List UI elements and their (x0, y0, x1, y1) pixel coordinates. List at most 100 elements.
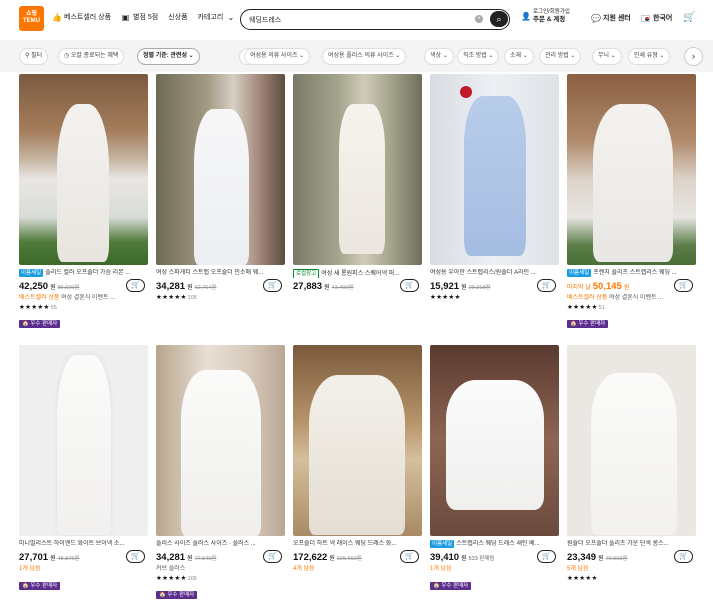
title-text: 솔리드 컬러 오프숄더 가슴 리본 ... (45, 270, 131, 276)
filter-chip-color[interactable]: 색상 ⌄ (424, 48, 454, 65)
add-to-cart-button[interactable]: 🛒 (400, 550, 419, 563)
top-seller-badge: 🏠 우수 판매자 (19, 582, 61, 590)
original-price: 77,549원 (194, 556, 217, 562)
chip-label: 여성용 플러스 의류 사이즈 (328, 53, 394, 59)
add-to-cart-button[interactable]: 🛒 (263, 279, 282, 292)
star-rating-icons: ★★★★★ (567, 575, 598, 582)
price: 27,701 (19, 552, 49, 563)
category-tag: 여성 결혼식 이벤트 ... (608, 295, 664, 301)
product-image[interactable] (567, 345, 696, 536)
language-selector[interactable]: 한국어 (641, 13, 672, 23)
support-center-link[interactable]: 💬 지원 센터 (591, 13, 631, 23)
add-to-cart-button[interactable]: 🛒 (674, 550, 693, 563)
filter-chip-sort[interactable]: 정렬 기준: 관련성 ⌄ (137, 48, 200, 65)
search-bar: × ⌕ (240, 9, 510, 30)
filter-scroll-next-button[interactable]: › (684, 47, 703, 66)
add-to-cart-button[interactable]: 🛒 (674, 279, 693, 292)
filter-chip-pattern[interactable]: 무늬 ⌄ (592, 48, 622, 65)
price: 34,281 (156, 281, 186, 292)
title-text: 원숄더 오프숄더 플리츠 가운 단색 롱스... (567, 541, 669, 547)
currency: 원 (324, 285, 330, 291)
chip-label: 색상 (430, 53, 442, 59)
product-card[interactable]: 로컬창고 여성 새 롱원피스 스퀘어넥 퍼... 27,883 원 42,400원 🛒 (293, 74, 422, 293)
chip-label: 여성용 의류 사이즈 (250, 53, 298, 59)
currency: 원 (461, 556, 467, 562)
product-image[interactable] (156, 74, 285, 265)
product-title[interactable]: 이름세일 솔리드 컬러 오프숄더 가슴 리본 ... (19, 269, 148, 278)
product-title[interactable]: 미니멀리스트 하이엔드 화이트 브이넥 소... (19, 540, 148, 549)
filter-chip-plus-size[interactable]: 여성용 플러스 의류 사이즈 ⌄ (322, 48, 407, 65)
product-card[interactable]: 플러스 사이즈 플러스 사이즈 · 플러스 ... 34,281 원 77,549원… (156, 345, 285, 601)
product-card[interactable]: 여성 스파게티 스트랩 오프숄더 민소매 웨... 34,281 원 62,764원… (156, 74, 285, 302)
filter-chip-print[interactable]: 인쇄 유형 ⌄ (628, 48, 671, 65)
clear-search-icon[interactable]: × (475, 15, 483, 23)
product-card[interactable]: 원숄더 오프숄더 플리츠 가운 단색 롱스... 23,349 원 70,603원 🛒… (567, 345, 696, 583)
product-image[interactable] (567, 74, 696, 265)
product-title[interactable]: 여성 스파게티 스트랩 오프숄더 민소매 웨... (156, 269, 285, 278)
add-to-cart-button[interactable]: 🛒 (126, 279, 145, 292)
product-card[interactable]: 미니멀리스트 하이엔드 화이트 브이넥 소... 27,701 원 45,876원 🛒… (19, 345, 148, 592)
product-card[interactable]: 여성용 우아한 스트랩리스/원숄더 A라인 ... 15,921 원 29,318원… (430, 74, 559, 302)
stock-left-label: 5개 남음 (567, 566, 589, 572)
product-image[interactable] (19, 74, 148, 265)
filter-chip-weave[interactable]: 직조 방법 ⌄ (457, 48, 500, 65)
product-title[interactable]: 이름세일 스트랩리스 웨딩 드레스 새틴 베... (430, 540, 559, 549)
currency: 원 (598, 556, 604, 562)
product-title[interactable]: 플러스 사이즈 플러스 사이즈 · 플러스 ... (156, 540, 285, 549)
last-day-label: 마지막 날 (567, 285, 591, 291)
add-to-cart-button[interactable]: 🛒 (263, 550, 282, 563)
title-text: 미니멀리스트 하이엔드 화이트 브이넥 소... (19, 541, 125, 547)
filter-chip-care[interactable]: 관리 방법 ⌄ (539, 48, 582, 65)
product-title[interactable]: 여성용 우아한 스트랩리스/원숄더 A라인 ... (430, 269, 559, 278)
product-image[interactable] (156, 345, 285, 536)
product-card[interactable]: 오프숄더 하트 넥 레이스 웨딩 드레스 화... 172,622 원 226,66… (293, 345, 422, 574)
price-row: 15,921 원 29,318원 🛒 (430, 279, 559, 293)
product-image[interactable] (19, 345, 148, 536)
filter-chip-filters[interactable]: ⚲ 필터 (19, 48, 49, 65)
product-image[interactable] (293, 74, 422, 265)
cart-icon[interactable]: 🛒 (683, 12, 695, 23)
top-seller-badge: 🏠 우수 판매자 (156, 591, 198, 599)
nav-best-sellers[interactable]: 👍 베스트셀러 상품 (52, 12, 111, 22)
product-title[interactable]: 오프숄더 하트 넥 레이스 웨딩 드레스 화... (293, 540, 422, 549)
account-login-label: 로그인/회원가입 (533, 9, 570, 15)
title-text: 스트랩리스 웨딩 드레스 새틴 베... (456, 541, 540, 547)
product-title[interactable]: 로컬창고 여성 새 롱원피스 스퀘어넥 퍼... (293, 269, 422, 278)
add-to-cart-button[interactable]: 🛒 (537, 550, 556, 563)
product-image[interactable] (430, 345, 559, 536)
price: 27,883 (293, 281, 323, 292)
product-card[interactable]: 이름세일 스트랩리스 웨딩 드레스 새틴 베... 39,410 원 533 판매됨 🛒… (430, 345, 559, 592)
product-image[interactable] (293, 345, 422, 536)
account-menu[interactable]: 👤 로그인/회원가입 주문 & 계정 (521, 9, 570, 24)
filter-chip-material[interactable]: 소재 ⌄ (504, 48, 534, 65)
search-button[interactable]: ⌕ (490, 11, 508, 27)
nav-label: 카테고리 (197, 14, 224, 21)
filter-chip-deals[interactable]: ◷ 오칼 종료되는 혜택 (58, 48, 125, 65)
add-to-cart-button[interactable]: 🛒 (400, 279, 419, 292)
title-text: 프렌치 플리츠 스트랩리스 웨딩 ... (593, 270, 677, 276)
add-to-cart-button[interactable]: 🛒 (537, 279, 556, 292)
price-row: 34,281 원 77,549원 🛒 (156, 550, 285, 564)
nav-new-arrivals[interactable]: 신상품 (168, 12, 187, 22)
product-title[interactable]: 이름세일 프렌치 플리츠 스트랩리스 웨딩 ... (567, 269, 696, 278)
price-row: 27,883 원 42,400원 🛒 (293, 279, 422, 293)
product-card[interactable]: 이름세일 프렌치 플리츠 스트랩리스 웨딩 ... 마지막 날 50,145 원 🛒 베… (567, 74, 696, 330)
price-row: 42,250 원 86,020원 🛒 (19, 279, 148, 293)
product-image[interactable] (430, 74, 559, 265)
chat-icon: 💬 (591, 13, 601, 23)
filter-chip-size[interactable]: 여성용 의류 사이즈 ⌄ (244, 48, 311, 65)
search-input[interactable] (249, 16, 469, 23)
support-label: 지원 센터 (603, 15, 631, 22)
original-price: 86,020원 (57, 285, 80, 291)
product-title[interactable]: 원숄더 오프숄더 플리츠 가운 단색 롱스... (567, 540, 696, 549)
main-nav: 👍 베스트셀러 상품 ▣ 별점 5점 신상품 카테고리 ⌄ (52, 12, 235, 22)
add-to-cart-button[interactable]: 🛒 (126, 550, 145, 563)
chip-label: 소재 (510, 53, 522, 59)
review-count: 105 (187, 295, 197, 301)
price: 15,921 (430, 281, 460, 292)
nav-five-stars[interactable]: ▣ 별점 5점 (121, 12, 158, 22)
star-rating-icons: ★★★★★ (156, 294, 187, 301)
nav-categories[interactable]: 카테고리 ⌄ (198, 12, 236, 22)
temu-logo[interactable]: 쇼핑 TEMU (19, 6, 44, 31)
product-card[interactable]: 이름세일 솔리드 컬러 오프숄더 가슴 리본 ... 42,250 원 86,020원… (19, 74, 148, 330)
